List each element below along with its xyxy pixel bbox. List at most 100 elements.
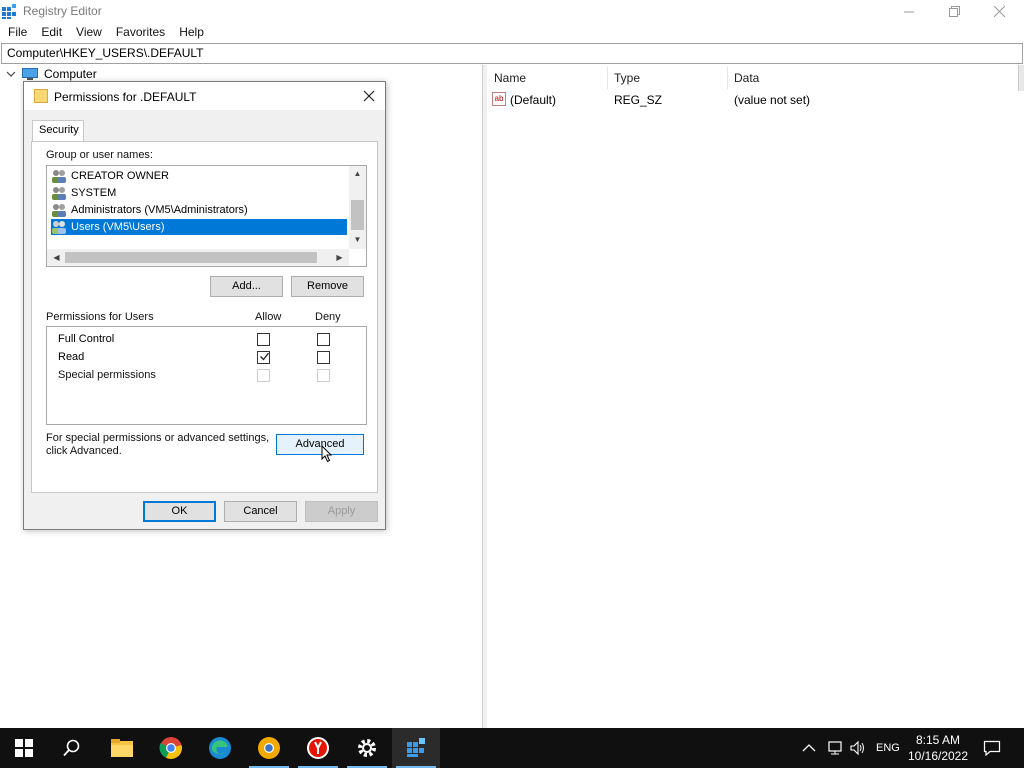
table-row[interactable]: ab (Default) REG_SZ (value not set): [487, 91, 1017, 109]
advanced-hint: For special permissions or advanced sett…: [46, 432, 270, 457]
column-type[interactable]: Type: [614, 71, 640, 85]
action-center-button[interactable]: [983, 728, 1001, 768]
menu-favorites[interactable]: Favorites: [108, 23, 171, 43]
scroll-right-icon[interactable]: ▶: [331, 253, 348, 262]
menu-edit[interactable]: Edit: [33, 23, 68, 43]
permission-full-control: Full Control: [58, 333, 115, 345]
cancel-button[interactable]: Cancel: [224, 501, 297, 522]
column-data[interactable]: Data: [734, 71, 759, 85]
taskbar-settings[interactable]: [343, 728, 391, 768]
window-title: Registry Editor: [23, 4, 102, 18]
dialog-title: Permissions for .DEFAULT: [54, 90, 197, 104]
menu-file[interactable]: File: [0, 23, 33, 43]
taskbar-chrome-canary[interactable]: [245, 728, 293, 768]
chevron-up-icon: [802, 744, 816, 752]
user-group-icon: [52, 221, 66, 234]
read-deny-checkbox[interactable]: [317, 351, 330, 364]
dialog-close-icon[interactable]: [360, 87, 378, 105]
permission-read: Read: [58, 351, 85, 363]
tree-item-label: Computer: [44, 67, 97, 81]
string-value-icon: ab: [492, 92, 506, 106]
remove-button[interactable]: Remove: [291, 276, 364, 297]
column-headers: Name Type Data: [487, 67, 1017, 89]
special-deny-checkbox: [317, 369, 330, 382]
permissions-dialog: Permissions for .DEFAULT Security Group …: [23, 81, 386, 530]
scroll-down-icon[interactable]: ▼: [349, 235, 366, 244]
tree-item-computer[interactable]: Computer: [6, 67, 97, 81]
minimize-icon: [904, 11, 914, 12]
folder-icon: [34, 89, 48, 103]
value-data: (value not set): [734, 93, 811, 107]
ok-button[interactable]: OK: [143, 501, 216, 522]
taskbar-regedit[interactable]: [392, 728, 440, 768]
user-group-icon: [52, 187, 66, 200]
network-icon: [828, 741, 842, 755]
full-control-allow-checkbox[interactable]: [257, 333, 270, 346]
values-pane[interactable]: Name Type Data ab (Default) REG_SZ (valu…: [487, 65, 1024, 728]
address-bar[interactable]: Computer\HKEY_USERS\.DEFAULT: [1, 43, 1023, 64]
user-group-icon: [52, 204, 66, 217]
scrollbar-thumb[interactable]: [351, 200, 364, 230]
taskbar-chrome[interactable]: [147, 728, 195, 768]
tab-security[interactable]: Security: [32, 120, 84, 142]
user-group-icon: [52, 170, 66, 183]
taskbar: ENG 8:15 AM 10/16/2022: [0, 728, 1024, 768]
read-allow-checkbox[interactable]: [257, 351, 270, 364]
menu-bar: File Edit View Favorites Help: [0, 23, 1024, 43]
list-item-selected[interactable]: Users (VM5\Users): [51, 219, 347, 235]
users-vertical-scrollbar[interactable]: ▲ ▼: [349, 166, 366, 249]
notification-icon: [983, 740, 1001, 756]
clock-time: 8:15 AM: [915, 733, 961, 747]
permissions-list: Full Control Read Special permissions: [46, 326, 367, 425]
user-name: Administrators (VM5\Administrators): [71, 204, 248, 216]
vertical-scrollbar[interactable]: [1018, 65, 1024, 91]
add-button[interactable]: Add...: [210, 276, 283, 297]
chrome-icon: [159, 737, 182, 759]
taskbar-yandex[interactable]: [294, 728, 342, 768]
column-name[interactable]: Name: [494, 71, 526, 85]
computer-icon: [22, 68, 38, 80]
start-icon: [15, 739, 33, 757]
security-tab-panel: Group or user names: CREATOR OWNER SYSTE…: [31, 141, 378, 493]
deny-header: Deny: [315, 311, 341, 323]
allow-header: Allow: [255, 311, 282, 323]
close-button[interactable]: [976, 0, 1022, 23]
close-icon: [993, 6, 1005, 17]
volume-tray[interactable]: [849, 728, 867, 768]
start-button[interactable]: [0, 728, 48, 768]
taskbar-edge[interactable]: [196, 728, 244, 768]
show-hidden-icons[interactable]: [802, 728, 816, 768]
users-list[interactable]: CREATOR OWNER SYSTEM Administrators (VM5…: [46, 165, 367, 267]
column-divider[interactable]: [727, 67, 728, 89]
permission-special: Special permissions: [58, 369, 156, 381]
taskbar-search-button[interactable]: [48, 728, 96, 768]
network-tray[interactable]: [826, 728, 844, 768]
user-name: Users (VM5\Users): [71, 221, 165, 233]
mouse-cursor-icon: [321, 445, 333, 463]
scrollbar-thumb[interactable]: [65, 252, 317, 263]
scroll-left-icon[interactable]: ◀: [48, 253, 65, 262]
list-item[interactable]: CREATOR OWNER: [51, 168, 347, 184]
advanced-button[interactable]: Advanced: [276, 434, 364, 455]
apply-button: Apply: [305, 501, 378, 522]
full-control-deny-checkbox[interactable]: [317, 333, 330, 346]
scroll-up-icon[interactable]: ▲: [349, 169, 366, 178]
input-language[interactable]: ENG: [876, 728, 900, 768]
column-divider[interactable]: [607, 67, 608, 89]
user-name: CREATOR OWNER: [71, 170, 169, 182]
yandex-icon: [307, 737, 329, 759]
user-name: SYSTEM: [71, 187, 117, 199]
list-item[interactable]: Administrators (VM5\Administrators): [51, 202, 347, 218]
menu-view[interactable]: View: [68, 23, 108, 43]
special-allow-checkbox: [257, 369, 270, 382]
list-item[interactable]: SYSTEM: [51, 185, 347, 201]
search-icon: [63, 739, 80, 757]
menu-help[interactable]: Help: [171, 23, 210, 43]
taskbar-file-explorer[interactable]: [98, 728, 146, 768]
chevron-down-icon[interactable]: [6, 69, 16, 79]
users-horizontal-scrollbar[interactable]: ◀ ▶: [47, 249, 349, 266]
clock[interactable]: 8:15 AM 10/16/2022: [900, 732, 976, 764]
regedit-app-icon: [2, 4, 16, 19]
restore-button[interactable]: [931, 0, 977, 23]
minimize-button[interactable]: [886, 0, 932, 23]
